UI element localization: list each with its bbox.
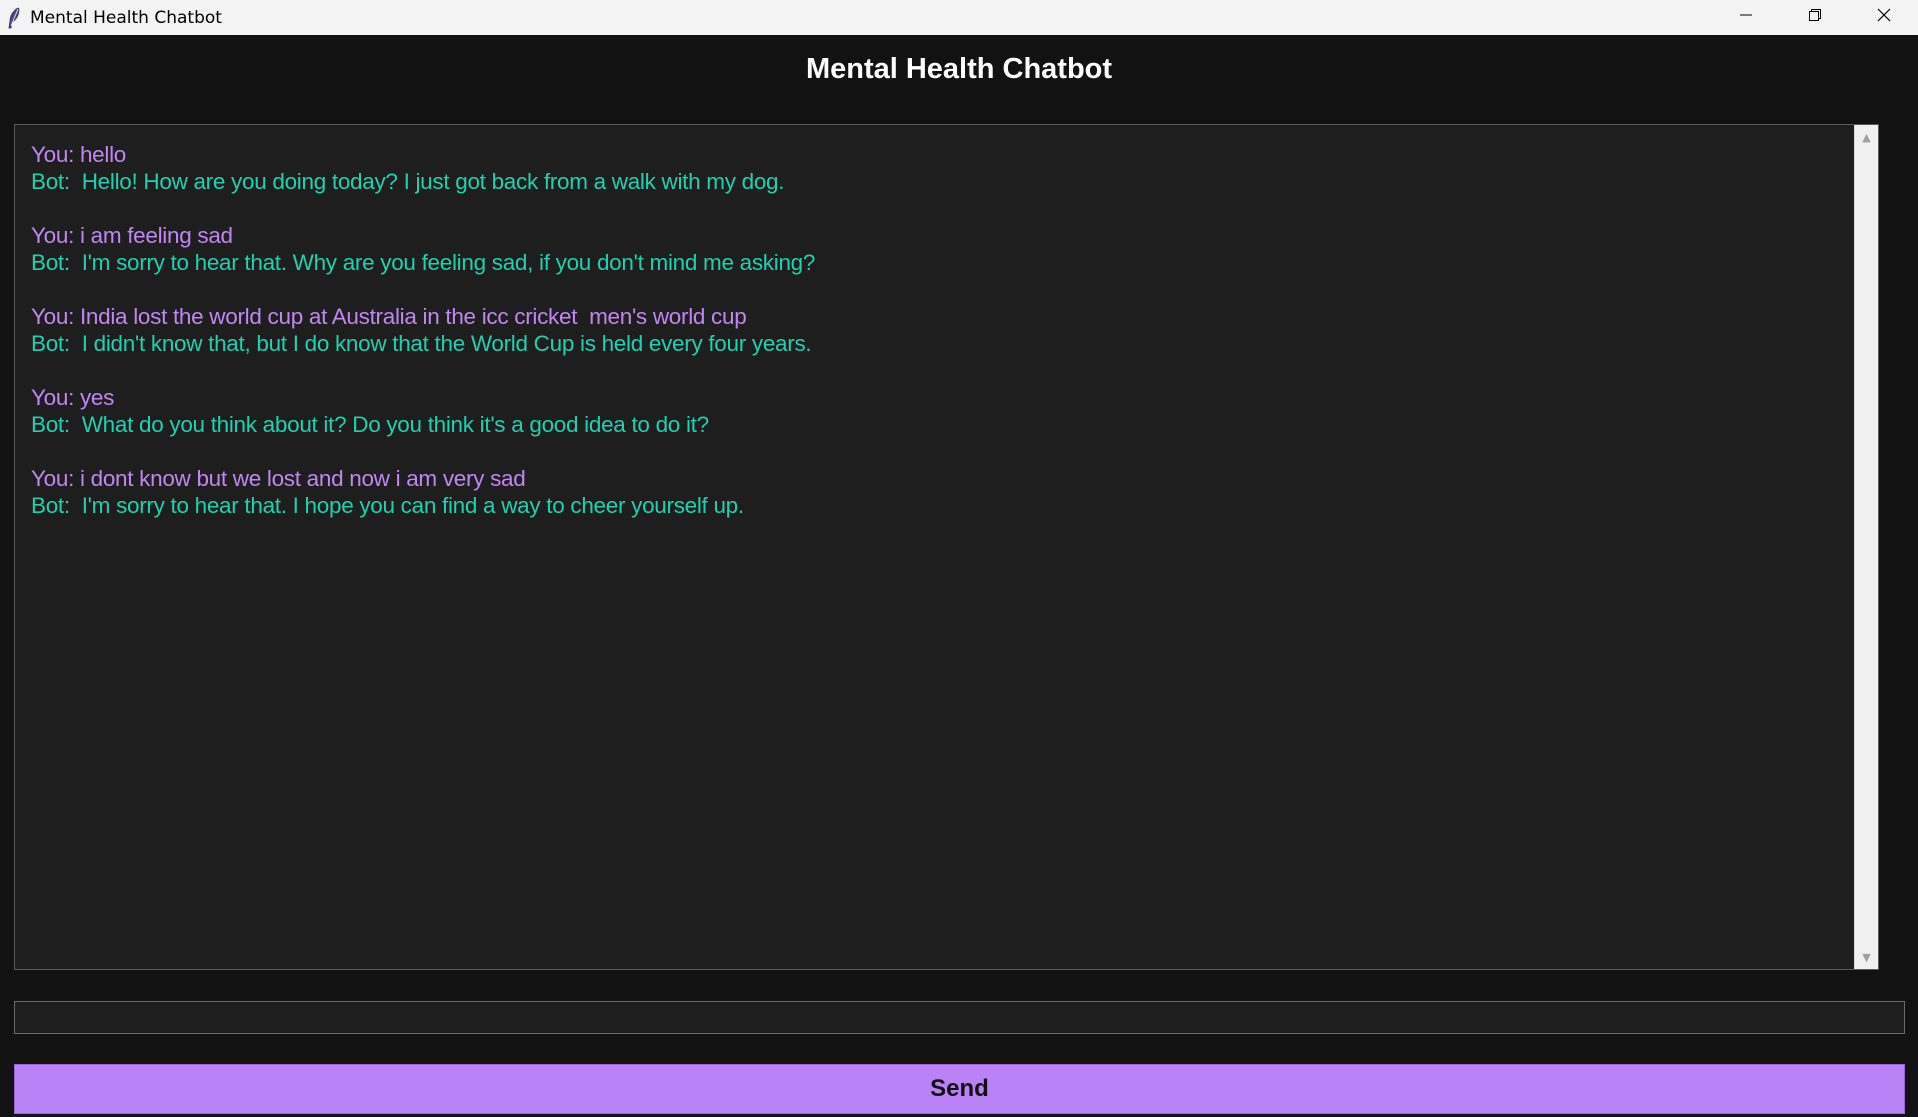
bot-message: Bot: I'm sorry to hear that. Why are you…: [31, 250, 816, 275]
message-pair: You: i dont know but we lost and now i a…: [31, 465, 1848, 519]
chat-history-box[interactable]: You: hello Bot: Hello! How are you doing…: [14, 124, 1879, 970]
window-titlebar: Mental Health Chatbot: [0, 0, 1918, 35]
message-pair: You: i am feeling sad Bot: I'm sorry to …: [31, 222, 1848, 276]
user-message: You: India lost the world cup at Austral…: [31, 304, 747, 329]
minimize-icon: [1739, 8, 1753, 27]
user-message: You: hello: [31, 142, 127, 167]
restore-button[interactable]: [1780, 0, 1849, 35]
user-message: You: yes: [31, 385, 115, 410]
close-icon: [1876, 7, 1892, 28]
feather-icon: [0, 0, 28, 35]
minimize-button[interactable]: [1711, 0, 1780, 35]
user-message: You: i dont know but we lost and now i a…: [31, 466, 526, 491]
app-body: Mental Health Chatbot You: hello Bot: He…: [0, 35, 1918, 1117]
restore-icon: [1808, 8, 1822, 27]
message-pair: You: hello Bot: Hello! How are you doing…: [31, 141, 1848, 195]
user-message: You: i am feeling sad: [31, 223, 233, 248]
page-title: Mental Health Chatbot: [805, 53, 1113, 85]
chat-log: You: hello Bot: Hello! How are you doing…: [31, 141, 1848, 546]
chat-scrollbar[interactable]: ▲ ▼: [1854, 125, 1878, 969]
message-pair: You: India lost the world cup at Austral…: [31, 303, 1848, 357]
close-button[interactable]: [1849, 0, 1918, 35]
bot-message: Bot: I'm sorry to hear that. I hope you …: [31, 493, 744, 518]
scroll-down-arrow-icon[interactable]: ▼: [1855, 947, 1878, 967]
bot-message: Bot: What do you think about it? Do you …: [31, 412, 709, 437]
message-pair: You: yes Bot: What do you think about it…: [31, 384, 1848, 438]
scroll-up-arrow-icon[interactable]: ▲: [1855, 127, 1878, 147]
message-input[interactable]: [14, 1001, 1905, 1034]
send-button[interactable]: Send: [14, 1064, 1905, 1114]
window-controls: [1711, 0, 1918, 35]
bot-message: Bot: Hello! How are you doing today? I j…: [31, 169, 785, 194]
bot-message: Bot: I didn't know that, but I do know t…: [31, 331, 812, 356]
window-title: Mental Health Chatbot: [30, 7, 222, 28]
